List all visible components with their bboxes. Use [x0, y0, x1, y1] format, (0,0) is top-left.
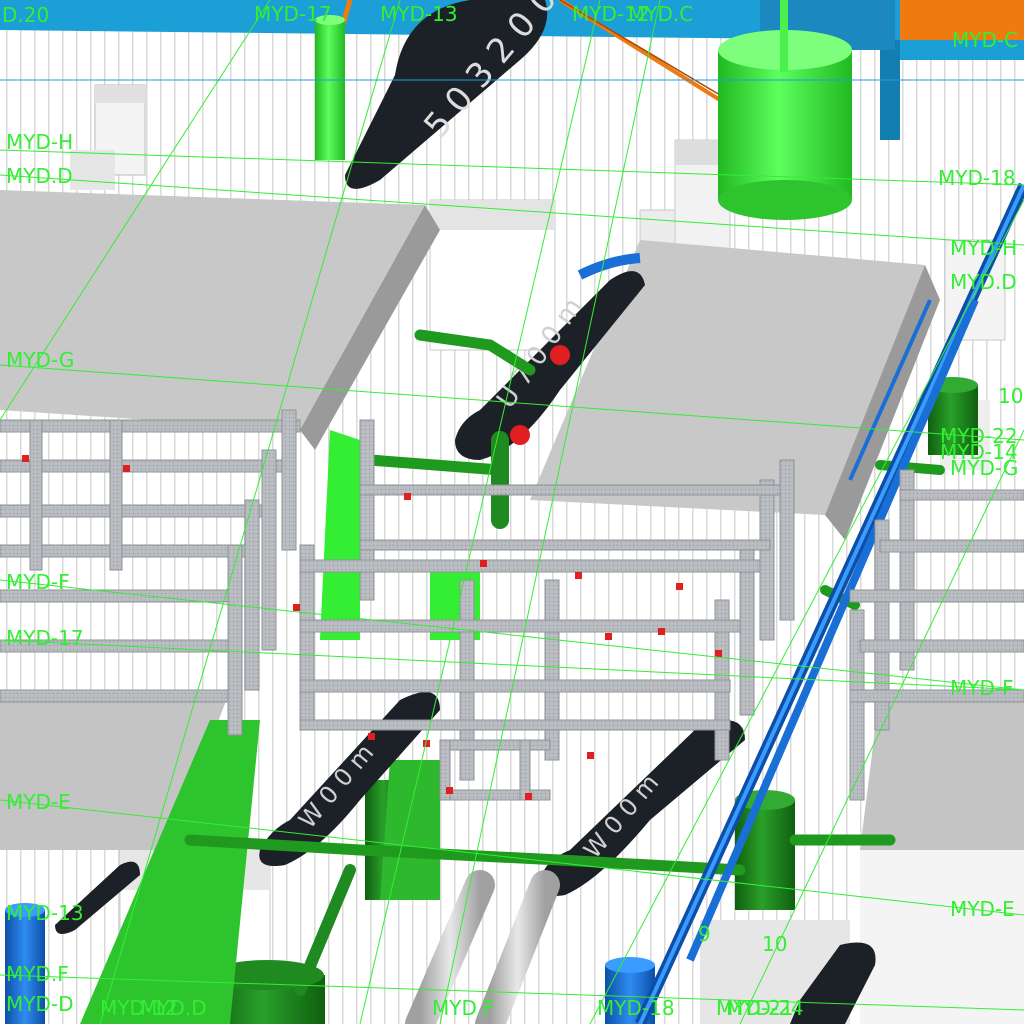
grid-label-bottom-18: MYD-18 [597, 996, 675, 1020]
grid-label-right-g: MYD-G [950, 456, 1019, 480]
grid-label-top-c: MYD.C [628, 2, 694, 26]
grid-label-top-right-c: MYD-C [952, 28, 1019, 52]
grid-label-left-g: MYD-G [6, 348, 75, 372]
model-viewport[interactable]: 5 0 3 2 0 0 m U 7 0 0 m W 0 0 m W 0 0 m [0, 0, 1024, 1024]
grid-label-right-d: MYD.D [950, 270, 1017, 294]
grid-label-left-17: MYD-17 [6, 626, 84, 650]
grid-label-left-13: MYD-13 [6, 901, 84, 925]
grid-label-right-f: MYD-F [950, 676, 1014, 700]
3d-model-scene[interactable]: 5 0 3 2 0 0 m U 7 0 0 m W 0 0 m W 0 0 m [0, 0, 1024, 1024]
grid-label-left-h: MYD-H [6, 130, 74, 154]
grid-label-top-13: MYD-13 [380, 2, 458, 26]
grid-label-bottom-f: MYD.F [432, 996, 495, 1020]
grid-label-right-18: MYD-18 [938, 166, 1016, 190]
grid-number-10-bottom: 10 [762, 932, 788, 956]
grid-label-left-d2: MYD-D [6, 992, 74, 1016]
grid-label-right-h: MYD-H [950, 236, 1018, 260]
grid-label-top-17: MYD-17 [254, 2, 332, 26]
grid-label-top-partial: D.20 [2, 3, 50, 27]
grid-label-left-e: MYD-E [6, 790, 71, 814]
grid-number-10-right: 10 [998, 384, 1024, 408]
grid-label-left-f2: MYD.F [6, 962, 69, 986]
grid-label-bottom-24: MYD-24 [726, 996, 804, 1020]
grid-label-left-f: MYD-F [6, 570, 70, 594]
grid-number-9: 9 [698, 922, 711, 946]
grid-label-bottom-d: MYD.D [140, 996, 207, 1020]
grid-label-left-d: MYD.D [6, 164, 73, 188]
grid-label-right-e: MYD-E [950, 897, 1015, 921]
